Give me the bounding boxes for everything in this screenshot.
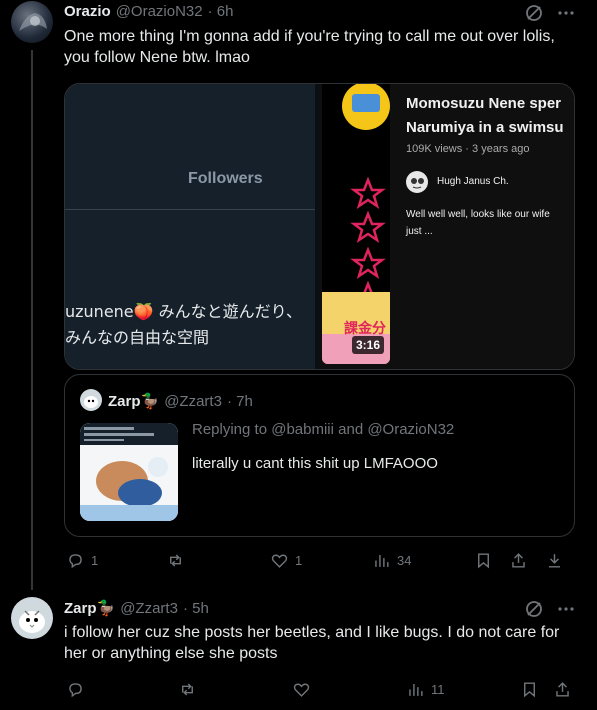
share-button-2[interactable] (553, 680, 572, 699)
quote-timestamp: · 7h (226, 393, 253, 410)
quote-author-handle: @Zzart3 (164, 393, 222, 410)
reply-button-2[interactable] (66, 680, 91, 699)
bookmark-button-2[interactable] (520, 680, 539, 699)
video-duration: 3:16 (352, 336, 385, 354)
channel-name[interactable]: Hugh Janus Ch. (437, 176, 509, 187)
tweet1-header: Orazio @OrazioN32 · 6h (64, 3, 233, 20)
tweet2-text: i follow her cuz she posts her beetles, … (64, 624, 560, 662)
views-count: 34 (397, 553, 412, 568)
grok-icon-2[interactable] (524, 599, 544, 619)
retweet-icon (170, 554, 181, 567)
like-count: 1 (295, 553, 303, 568)
media-divider-line (65, 209, 320, 210)
heart-icon (293, 683, 310, 697)
jp-line-2: みんなの自由な空間 (65, 328, 210, 347)
quote-tweet[interactable]: Zarp🦆 @Zzart3 · 7h Replying to @babmiii … (64, 374, 575, 537)
views-button-2[interactable]: 11 (406, 680, 445, 699)
reply-button[interactable]: 1 (66, 551, 98, 570)
video-badge-text: 課金分 (344, 321, 386, 337)
avatar-zarp[interactable] (11, 597, 53, 639)
reply-icon (69, 683, 82, 698)
replying-prefix: Replying to (192, 421, 272, 438)
replying-to-handles: @babmiii and @OrazioN32 (271, 421, 455, 438)
retweet-icon (182, 683, 193, 696)
download-icon (548, 554, 561, 568)
quote-header: Zarp🦆 @Zzart3 · 7h (108, 392, 253, 410)
heart-icon (271, 554, 288, 568)
like-button[interactable]: 1 (270, 551, 302, 570)
avatar-image (19, 13, 47, 31)
thread-connector-line (31, 50, 33, 590)
media-right-panel: 課金分 3:16 Momosuzu Nene sper Narumiya in … (320, 84, 574, 369)
video-title-line2[interactable]: Narumiya in a swimsu (406, 119, 564, 136)
tweet1-text: One more thing I'm gonna add if you're t… (64, 28, 555, 66)
retweet-button-2[interactable] (178, 680, 203, 699)
views-icon (375, 554, 389, 567)
tweet1-timestamp[interactable]: · 6h (208, 3, 234, 20)
grok-icon[interactable] (524, 3, 544, 23)
tweet2-author-handle[interactable]: @Zzart3 (120, 600, 178, 617)
tweet2-author-name[interactable]: Zarp🦆 (64, 599, 115, 617)
channel-avatar[interactable] (406, 171, 428, 193)
views-button[interactable]: 34 (372, 551, 411, 570)
like-button-2[interactable] (292, 680, 317, 699)
download-button[interactable] (545, 551, 564, 570)
video-comment-line2: just ... (406, 226, 433, 237)
followers-label: Followers (188, 170, 263, 187)
media-left-panel: Followers uzunene🍑 みんなと遊んだり、 みんなの自由な空間 (65, 84, 320, 369)
video-title-line1[interactable]: Momosuzu Nene sper (406, 95, 561, 112)
reply-count: 1 (91, 553, 99, 568)
views-icon (409, 683, 423, 696)
bookmark-button[interactable] (474, 551, 493, 570)
more-options-icon-2[interactable] (556, 599, 576, 619)
share-icon (556, 682, 569, 697)
share-icon (512, 553, 525, 568)
retweet-button[interactable] (166, 551, 191, 570)
views-count-2: 11 (431, 682, 445, 697)
share-button[interactable] (509, 551, 528, 570)
video-comment-line1: Well well well, looks like our wife (406, 209, 550, 220)
tweet1-author-handle[interactable]: @OrazioN32 (116, 3, 203, 20)
more-options-icon[interactable] (556, 3, 576, 23)
reply-icon (69, 554, 82, 569)
tweet1-author-name[interactable]: Orazio (64, 3, 111, 20)
video-views: 109K views · 3 years ago (406, 143, 530, 155)
quote-thumbnail[interactable] (80, 423, 178, 521)
quote-replying-line: Replying to @babmiii and @OrazioN32 (192, 421, 454, 438)
jp-line-1: uzunene🍑 みんなと遊んだり、 (65, 302, 303, 321)
quote-avatar[interactable] (80, 389, 102, 411)
tweet2-timestamp[interactable]: · 5h (183, 600, 209, 617)
tweet2-header: Zarp🦆 @Zzart3 · 5h (64, 599, 209, 617)
quote-text: literally u cant this shit up LMFAOOO (192, 455, 438, 472)
bookmark-icon (478, 553, 489, 569)
tweet1-media[interactable]: Followers uzunene🍑 みんなと遊んだり、 みんなの自由な空間 課… (64, 83, 575, 370)
avatar-orazio[interactable] (11, 1, 53, 43)
bookmark-icon (524, 682, 535, 698)
quote-author-name: Zarp🦆 (108, 393, 160, 410)
